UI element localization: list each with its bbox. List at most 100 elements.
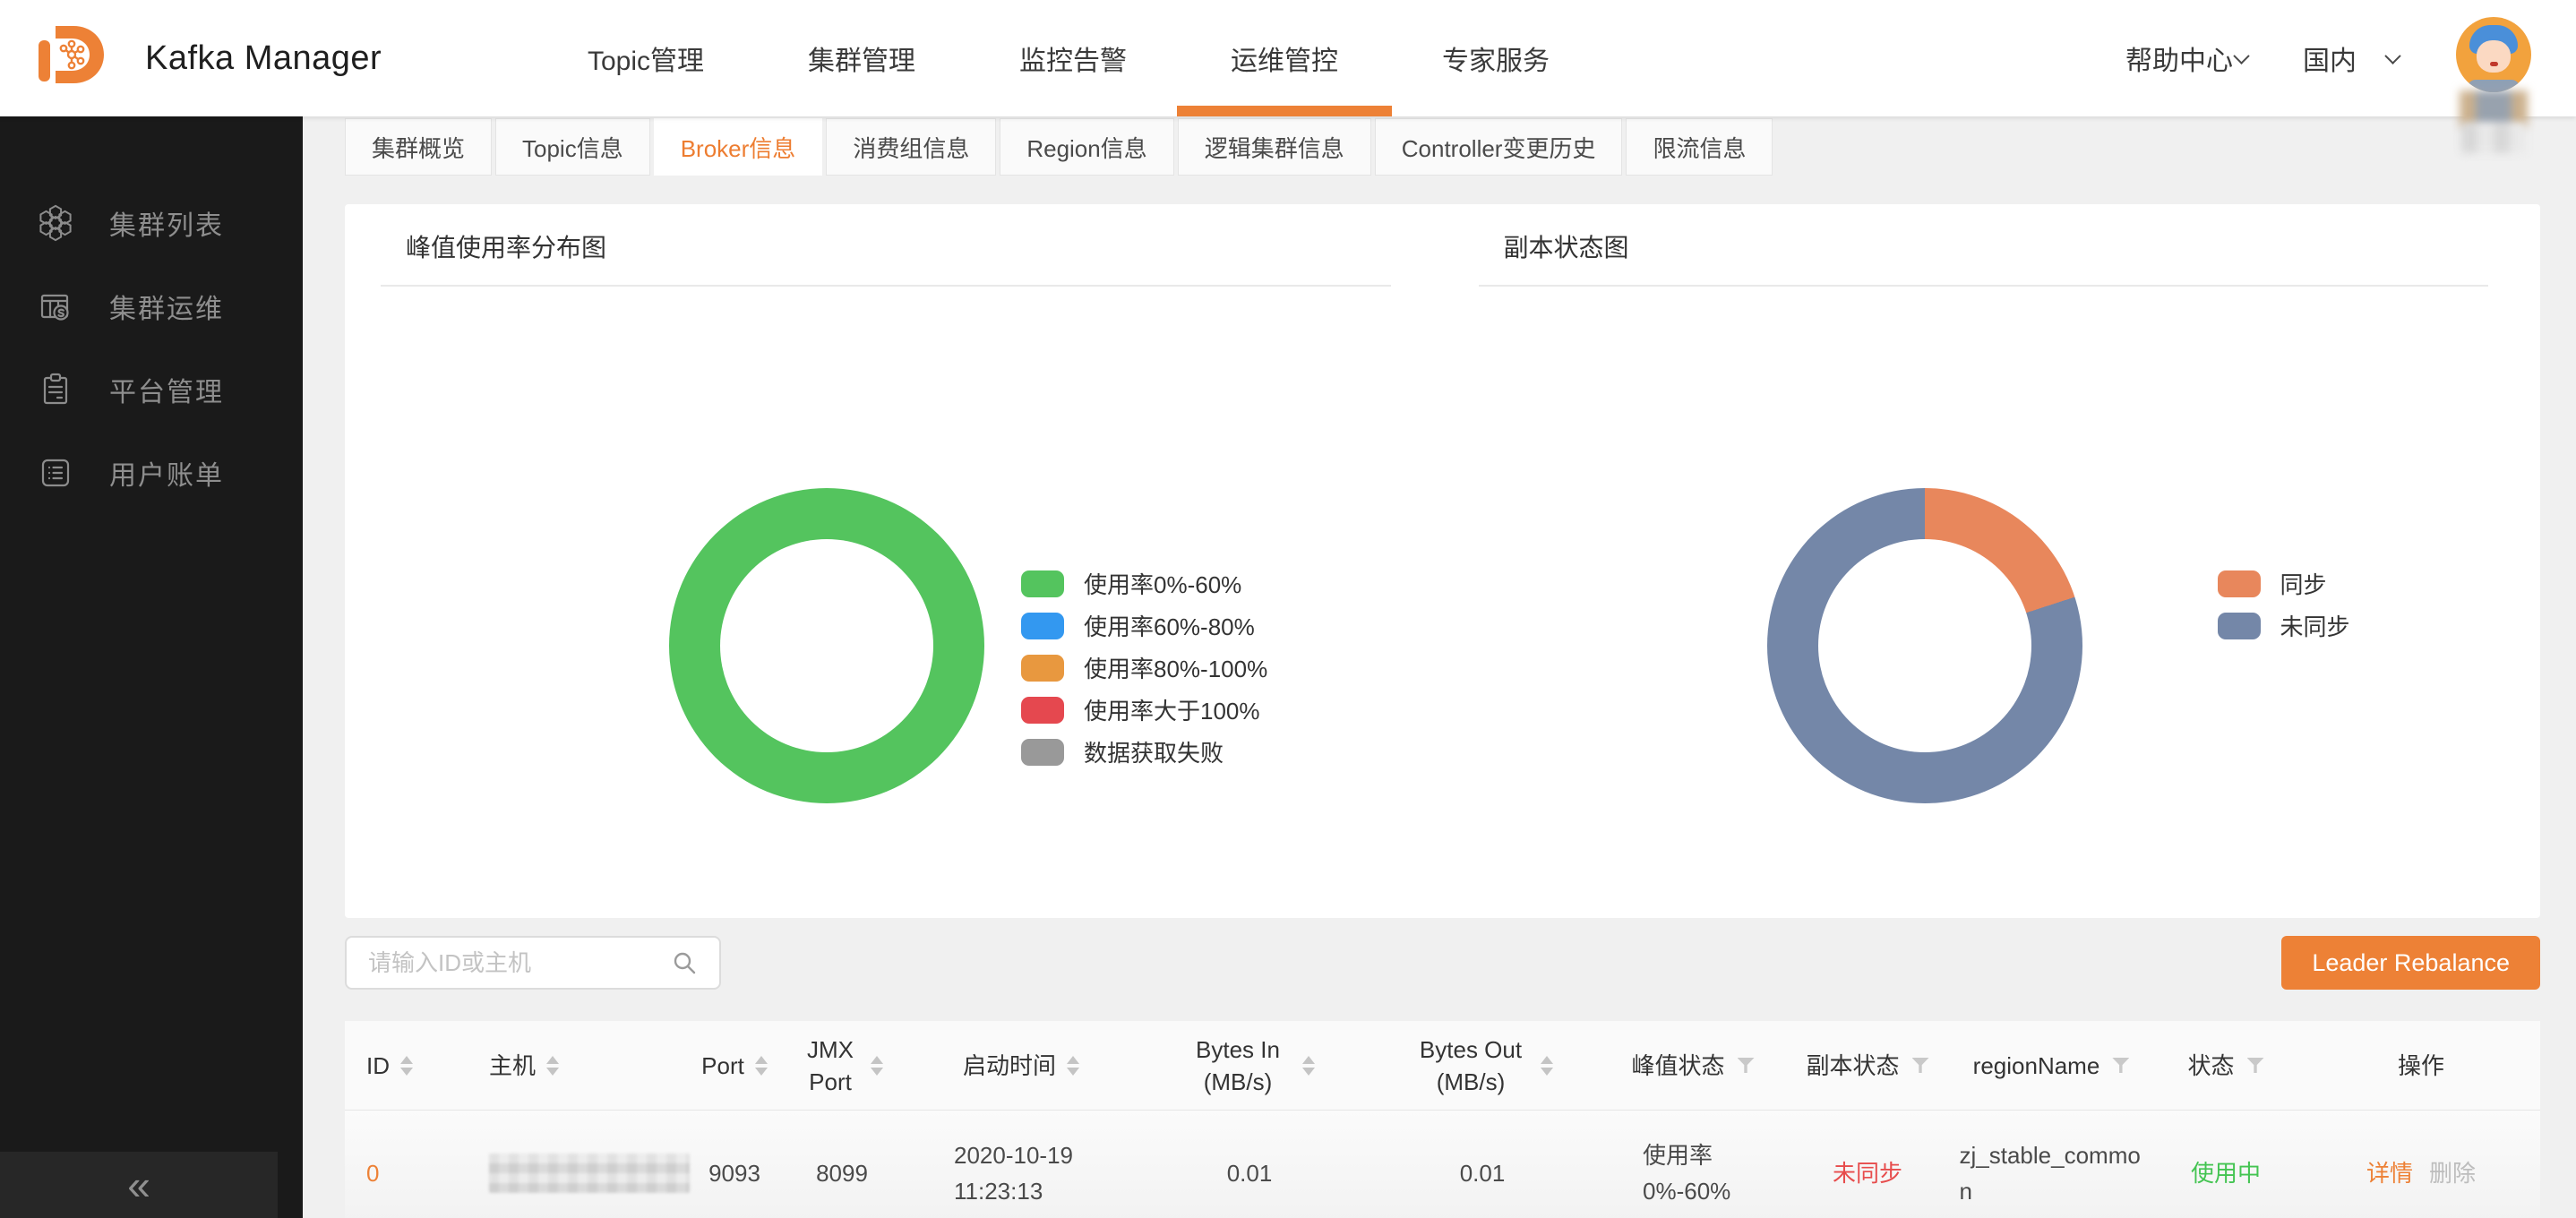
sidebar-item-label: 集群列表 — [109, 203, 224, 243]
sort-icon[interactable] — [1067, 1056, 1079, 1076]
legend-item[interactable]: 使用率大于100% — [1021, 689, 1267, 731]
legend-item[interactable]: 使用率0%-60% — [1021, 562, 1267, 605]
chevron-down-icon — [2233, 47, 2249, 64]
chart-title-divider — [381, 285, 1391, 287]
cell-value: 使用中 — [2191, 1155, 2261, 1191]
nav-item-label: 运维管控 — [1231, 39, 1338, 78]
tab-2[interactable]: Broker信息 — [654, 118, 823, 176]
column-label: regionName — [1973, 1050, 2100, 1082]
cluster-list-icon — [36, 203, 75, 243]
column-label: 状态 — [2187, 1050, 2234, 1082]
bytes-in-cell: 0.01 — [1138, 1111, 1361, 1218]
column-label: 副本状态 — [1806, 1050, 1899, 1082]
actions-cell: 详情删除 — [2302, 1111, 2540, 1218]
tab-0[interactable]: 集群概览 — [345, 118, 492, 176]
tab-label: 逻辑集群信息 — [1205, 131, 1344, 164]
sort-icon[interactable] — [871, 1056, 883, 1076]
sidebar-item-1[interactable]: 集群运维 — [0, 264, 303, 347]
column-header-8: 副本状态 — [1782, 1021, 1953, 1110]
region-menu[interactable]: 国内 — [2303, 39, 2399, 78]
legend-swatch — [1021, 655, 1064, 682]
nav-item-1[interactable]: 集群管理 — [756, 0, 967, 116]
chart-panel-0: 峰值使用率分布图使用率0%-60%使用率60%-80%使用率80%-100%使用… — [345, 204, 1443, 918]
sidebar-item-3[interactable]: 用户账单 — [0, 431, 303, 514]
column-header-3: JMX Port — [779, 1021, 905, 1110]
chart-title: 副本状态图 — [1504, 228, 1629, 264]
legend-item[interactable]: 使用率60%-80% — [1021, 605, 1267, 647]
sort-desc-icon — [546, 1068, 559, 1076]
nav-item-2[interactable]: 监控告警 — [967, 0, 1179, 116]
tab-label: Broker信息 — [681, 131, 796, 164]
sort-asc-icon — [1067, 1056, 1079, 1064]
tab-label: Region信息 — [1026, 131, 1146, 164]
sort-asc-icon — [755, 1056, 768, 1064]
column-label: 峰值状态 — [1631, 1050, 1724, 1082]
sidebar-item-0[interactable]: 集群列表 — [0, 181, 303, 264]
legend-item[interactable]: 未同步 — [2218, 605, 2350, 647]
sort-icon[interactable] — [755, 1056, 768, 1076]
sidebar-collapse-button[interactable]: « — [0, 1152, 278, 1218]
leader-rebalance-button[interactable]: Leader Rebalance — [2281, 936, 2540, 990]
legend-label: 使用率60%-80% — [1084, 609, 1255, 642]
avatar[interactable] — [2456, 17, 2531, 92]
sort-icon[interactable] — [1302, 1056, 1315, 1076]
nav-item-3[interactable]: 运维管控 — [1179, 0, 1390, 116]
cell-value[interactable]: 0 — [366, 1155, 379, 1191]
sort-icon[interactable] — [1541, 1056, 1553, 1076]
column-label: 启动时间 — [963, 1050, 1056, 1082]
search-icon[interactable] — [673, 951, 696, 974]
avatar-mouth — [2490, 62, 2498, 66]
main-nav-menu: Topic管理集群管理监控告警 运维管控 专家服务 — [536, 0, 1601, 116]
nav-item-0[interactable]: Topic管理 — [536, 0, 756, 116]
tab-label: Topic信息 — [522, 131, 623, 164]
filter-icon[interactable] — [2112, 1058, 2129, 1073]
tab-6[interactable]: Controller变更历史 — [1375, 118, 1623, 176]
platform-manage-icon — [36, 370, 75, 409]
toolbar: Leader Rebalance — [345, 936, 2540, 990]
sidebar-item-label: 平台管理 — [109, 370, 224, 409]
tab-label: 集群概览 — [372, 131, 465, 164]
row-action-disabled[interactable]: 删除 — [2429, 1155, 2476, 1191]
column-header-9: regionName — [1953, 1021, 2150, 1110]
filter-icon[interactable] — [1912, 1058, 1929, 1073]
column-label: Bytes In (MB/s) — [1184, 1034, 1292, 1098]
avatar-face — [2477, 40, 2511, 73]
cluster-tabstrip: 集群概览 Topic信息 Broker信息消费组信息 Region信息 逻辑集群信息 Co… — [345, 118, 2540, 176]
sidebar-item-label: 集群运维 — [109, 287, 224, 326]
column-label: Bytes Out (MB/s) — [1412, 1034, 1530, 1098]
legend-item[interactable]: 数据获取失败 — [1021, 731, 1267, 773]
search-input[interactable] — [345, 936, 721, 990]
sort-desc-icon — [1067, 1068, 1079, 1076]
nav-item-4[interactable]: 专家服务 — [1390, 0, 1601, 116]
cell-value: 使用率0%-60% — [1643, 1137, 1743, 1209]
filter-icon[interactable] — [1738, 1058, 1755, 1073]
help-center-menu[interactable]: 帮助中心 — [2125, 39, 2247, 78]
sort-desc-icon — [400, 1068, 413, 1076]
status-cell: 使用中 — [2150, 1111, 2302, 1218]
cell-value: 未同步 — [1833, 1155, 1902, 1191]
filter-icon[interactable] — [2247, 1058, 2264, 1073]
sort-icon[interactable] — [546, 1056, 559, 1076]
tab-1[interactable]: Topic信息 — [495, 118, 650, 176]
legend-item[interactable]: 使用率80%-100% — [1021, 647, 1267, 689]
column-header-6: Bytes Out (MB/s) — [1361, 1021, 1603, 1110]
main-content: 集群概览 Topic信息 Broker信息消费组信息 Region信息 逻辑集群信息 Co… — [303, 116, 2576, 1218]
sort-desc-icon — [1302, 1068, 1315, 1076]
app-title: Kafka Manager — [145, 39, 382, 78]
host-cell — [439, 1111, 690, 1218]
sort-icon[interactable] — [400, 1056, 413, 1076]
tab-7[interactable]: 限流信息 — [1626, 118, 1773, 176]
column-header-1: 主机 — [439, 1021, 690, 1110]
tab-3[interactable]: 消费组信息 — [826, 118, 996, 176]
legend-swatch — [1021, 697, 1064, 724]
legend-swatch — [2218, 570, 2261, 597]
sidebar-item-2[interactable]: 平台管理 — [0, 347, 303, 431]
legend-item[interactable]: 同步 — [2218, 562, 2350, 605]
row-action-primary[interactable]: 详情 — [2366, 1155, 2413, 1191]
redacted-host-blur — [489, 1154, 690, 1193]
tab-4[interactable]: Region信息 — [1000, 118, 1173, 176]
broker-id-link: 0 — [345, 1111, 439, 1218]
tab-label: 限流信息 — [1653, 131, 1746, 164]
tab-5[interactable]: 逻辑集群信息 — [1178, 118, 1371, 176]
collapse-left-icon: « — [127, 1164, 150, 1205]
